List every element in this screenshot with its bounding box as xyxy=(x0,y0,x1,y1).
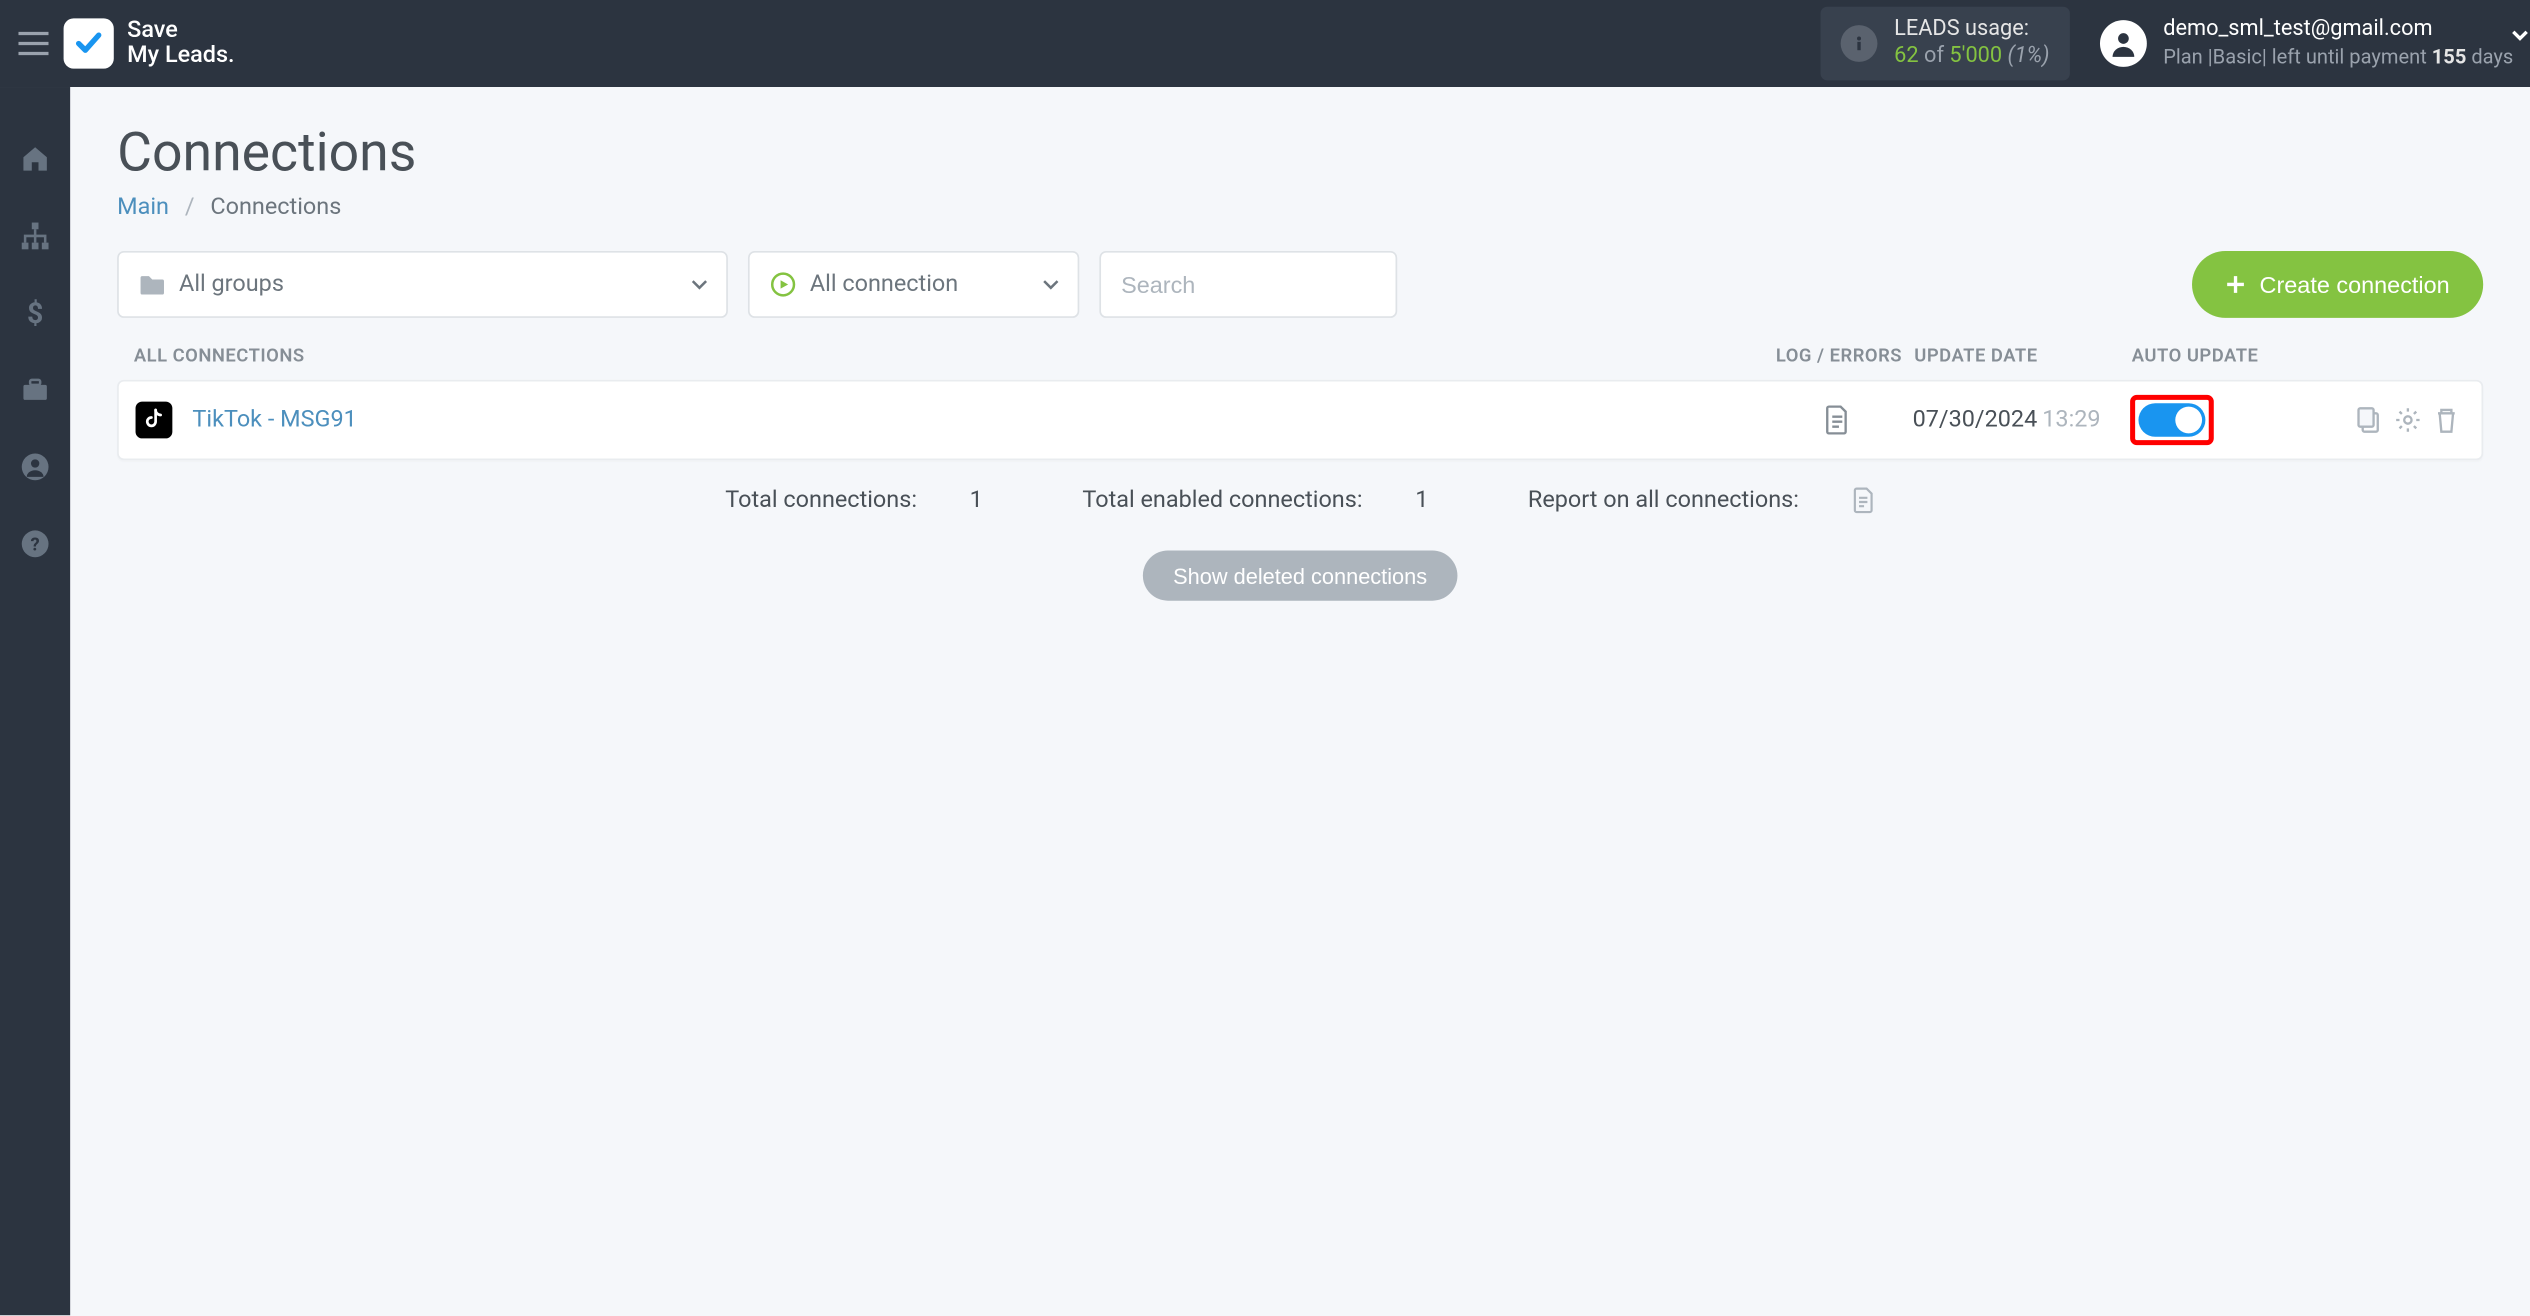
chevron-down-icon xyxy=(1041,274,1061,294)
main-content: Connections Main / Connections All group… xyxy=(70,87,2530,1315)
leads-usage-badge[interactable]: LEADS usage: 62 of 5'000 (1%) xyxy=(1821,7,2070,81)
stat-enabled: Total enabled connections: 1 xyxy=(1059,487,1458,514)
sidebar: $ ? xyxy=(0,87,70,1315)
chevron-down-icon[interactable] xyxy=(2508,23,2530,46)
leads-text: LEADS usage: 62 of 5'000 (1%) xyxy=(1894,17,2049,71)
sidebar-item-briefcase[interactable] xyxy=(17,371,54,408)
logo[interactable] xyxy=(64,18,114,68)
gear-icon xyxy=(2394,407,2421,434)
sidebar-item-account[interactable] xyxy=(17,448,54,485)
home-icon xyxy=(20,144,50,174)
copy-icon xyxy=(2356,407,2381,434)
leads-label: LEADS usage: xyxy=(1894,17,2049,44)
search-box[interactable] xyxy=(1099,251,1397,318)
info-icon xyxy=(1841,25,1878,62)
leads-values: 62 of 5'000 (1%) xyxy=(1894,44,2049,71)
tiktok-icon xyxy=(136,402,173,439)
page-title: Connections xyxy=(117,120,2483,184)
stat-total: Total connections: 1 xyxy=(702,487,1012,514)
question-icon: ? xyxy=(20,529,50,559)
sidebar-item-home[interactable] xyxy=(17,141,54,178)
briefcase-icon xyxy=(20,375,50,405)
auto-update-toggle[interactable] xyxy=(2138,403,2205,436)
update-time: 13:29 xyxy=(2042,407,2100,434)
brand-line2: My Leads. xyxy=(127,44,234,69)
brand-line1: Save xyxy=(127,18,234,43)
table-header: ALL CONNECTIONS LOG / ERRORS UPDATE DATE… xyxy=(117,335,2483,380)
folder-icon xyxy=(139,273,166,296)
sidebar-item-billing[interactable]: $ xyxy=(17,295,54,332)
search-input[interactable] xyxy=(1121,271,1375,298)
cell-date: 07/30/2024 13:29 xyxy=(1913,407,2131,434)
th-date: UPDATE DATE xyxy=(1914,345,2132,367)
plus-icon xyxy=(2226,274,2246,294)
user-menu[interactable]: demo_sml_test@gmail.com Plan |Basic| lef… xyxy=(2100,17,2514,71)
dollar-icon: $ xyxy=(20,298,50,328)
cell-name: TikTok - MSG91 xyxy=(136,402,1762,439)
menu-toggle-button[interactable] xyxy=(10,20,57,67)
connection-stats: Total connections: 1 Total enabled conne… xyxy=(117,487,2483,514)
delete-button[interactable] xyxy=(2435,407,2458,434)
play-circle-icon xyxy=(770,271,797,298)
cell-auto-update xyxy=(2130,395,2314,445)
connection-filter-select[interactable]: All connection xyxy=(748,251,1079,318)
svg-text:$: $ xyxy=(27,298,43,328)
user-plan: Plan |Basic| left until payment 155 days xyxy=(2163,44,2513,71)
sitemap-icon xyxy=(20,221,50,251)
breadcrumb-sep: / xyxy=(185,194,195,221)
groups-select-label: All groups xyxy=(179,271,284,298)
user-email: demo_sml_test@gmail.com xyxy=(2163,17,2513,44)
create-connection-label: Create connection xyxy=(2260,271,2450,298)
hamburger-icon xyxy=(18,32,48,55)
table-row: TikTok - MSG91 07/30/2024 13:29 xyxy=(117,380,2483,460)
settings-button[interactable] xyxy=(2394,407,2421,434)
cell-actions xyxy=(2314,407,2465,434)
create-connection-button[interactable]: Create connection xyxy=(2193,251,2484,318)
breadcrumb-main-link[interactable]: Main xyxy=(117,194,169,221)
report-button[interactable] xyxy=(1852,487,1875,514)
cell-log xyxy=(1762,405,1913,435)
sidebar-item-connections[interactable] xyxy=(17,218,54,255)
user-icon xyxy=(2108,28,2138,58)
document-icon xyxy=(1824,405,1851,435)
toggle-highlight xyxy=(2130,395,2214,445)
th-auto: AUTO UPDATE xyxy=(2132,345,2316,367)
th-log: LOG / ERRORS xyxy=(1764,345,1915,367)
groups-select[interactable]: All groups xyxy=(117,251,728,318)
stat-report: Report on all connections: xyxy=(1504,487,1898,514)
topbar: Save My Leads. LEADS usage: 62 of 5'000 … xyxy=(0,0,2530,87)
avatar xyxy=(2100,20,2147,67)
user-text: demo_sml_test@gmail.com Plan |Basic| lef… xyxy=(2163,17,2513,71)
connection-link[interactable]: TikTok - MSG91 xyxy=(192,407,356,434)
filters-row: All groups All connection Create connect… xyxy=(117,251,2483,318)
checkmark-icon xyxy=(72,27,105,60)
chevron-down-icon xyxy=(689,274,709,294)
user-circle-icon xyxy=(20,452,50,482)
show-deleted-button[interactable]: Show deleted connections xyxy=(1143,551,1457,601)
copy-button[interactable] xyxy=(2356,407,2381,434)
log-button[interactable] xyxy=(1824,405,1851,435)
brand-text: Save My Leads. xyxy=(127,18,234,68)
svg-text:?: ? xyxy=(31,535,40,556)
sidebar-item-help[interactable]: ? xyxy=(17,525,54,562)
connection-filter-label: All connection xyxy=(810,271,958,298)
breadcrumb: Main / Connections xyxy=(117,194,2483,221)
breadcrumb-current: Connections xyxy=(210,194,341,221)
document-icon xyxy=(1852,487,1875,514)
trash-icon xyxy=(2435,407,2458,434)
update-date: 07/30/2024 xyxy=(1913,407,2038,434)
th-name: ALL CONNECTIONS xyxy=(134,345,1764,367)
